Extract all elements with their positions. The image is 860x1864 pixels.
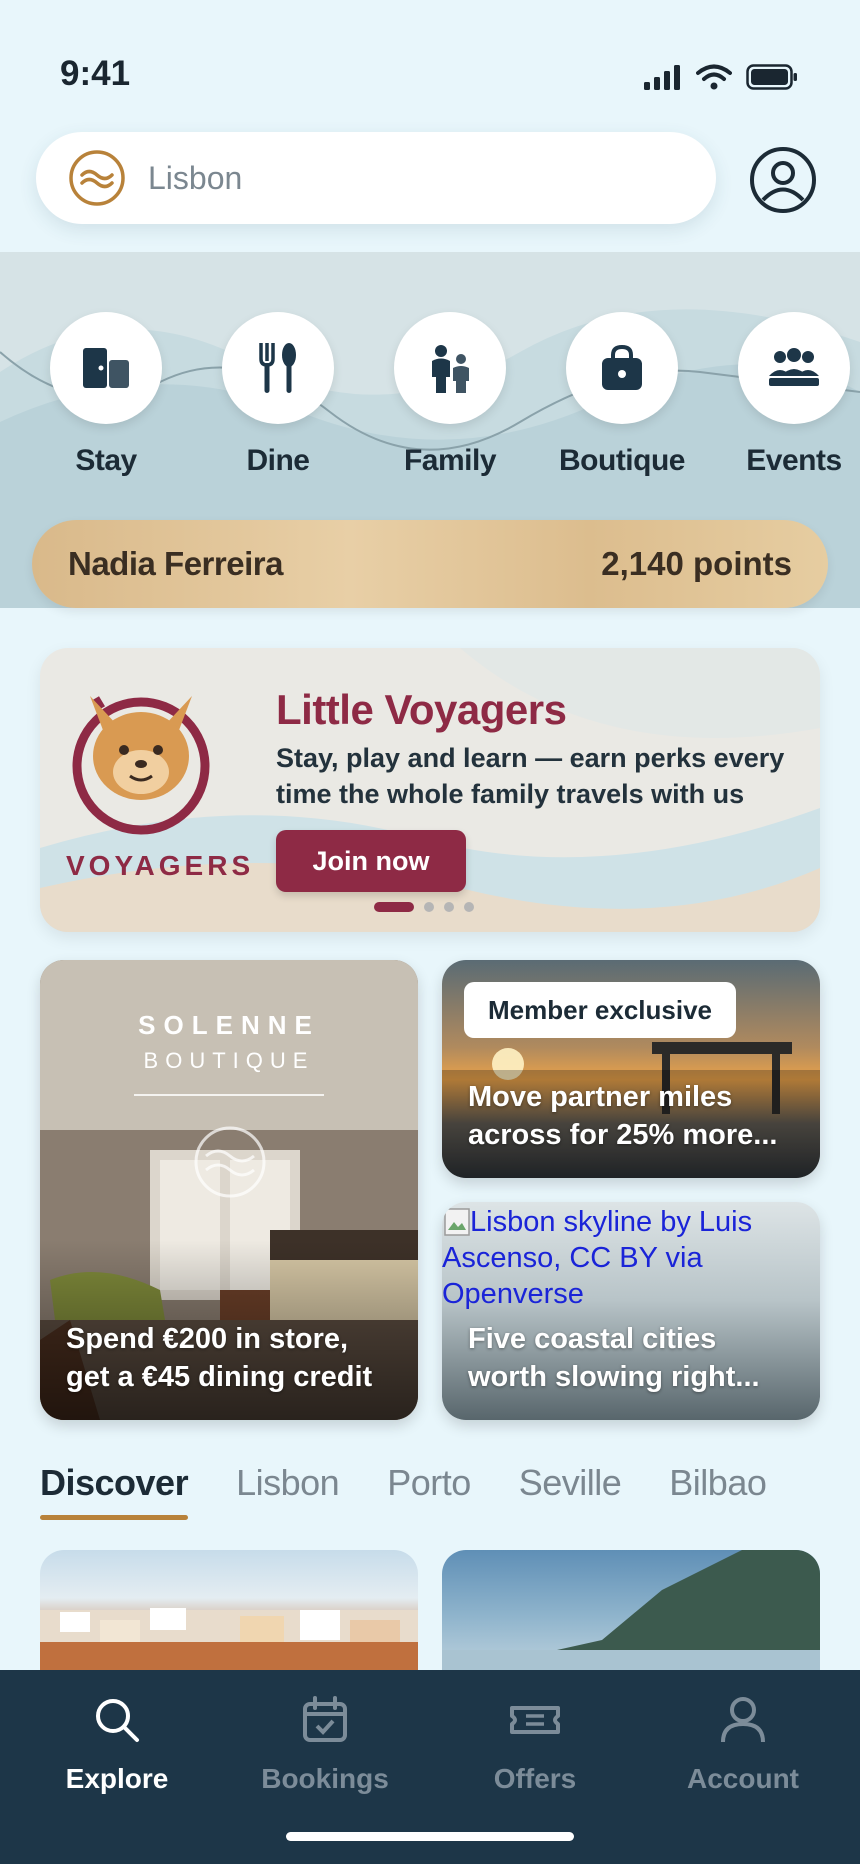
tab-porto[interactable]: Porto xyxy=(387,1462,471,1504)
nav-label: Account xyxy=(687,1763,799,1794)
points-balance: 2,140 points xyxy=(601,545,792,582)
tab-bilbao[interactable]: Bilbao xyxy=(669,1462,767,1504)
calendar-icon xyxy=(303,1696,347,1742)
nav-explore[interactable]: Explore xyxy=(32,1696,202,1795)
category-label: Family xyxy=(403,444,497,477)
carousel-dot-active[interactable] xyxy=(374,902,414,912)
signal-icon xyxy=(644,65,680,90)
loyalty-card[interactable]: Nadia Ferreira 2,140 points xyxy=(32,520,828,608)
card-caption: Five coastal cities worth slowing right.… xyxy=(468,1323,760,1393)
category-family[interactable]: Family xyxy=(370,312,530,478)
card-caption: Move partner miles across for 25% more..… xyxy=(468,1081,778,1151)
dine-icon xyxy=(222,312,334,424)
category-label: Boutique xyxy=(559,444,685,477)
nav-offers[interactable]: Offers xyxy=(450,1696,620,1795)
join-now-button[interactable]: Join now xyxy=(276,830,466,892)
nav-label: Offers xyxy=(493,1763,577,1794)
category-label: Events xyxy=(746,444,842,477)
card-caption: Spend €200 in store, get a €45 dining cr… xyxy=(66,1323,373,1393)
boutique-icon xyxy=(566,312,678,424)
boutique-divider xyxy=(134,1094,324,1096)
boutique-brand: SOLENNE xyxy=(138,1010,320,1040)
status-icons xyxy=(644,64,798,90)
town-photo xyxy=(40,1608,418,1670)
nav-bookings[interactable]: Bookings xyxy=(240,1696,410,1795)
tab-lisbon[interactable]: Lisbon xyxy=(236,1462,340,1504)
image-alt-text: Lisbon skyline by Luis Ascenso, CC BY vi… xyxy=(442,1206,753,1310)
carousel-dot[interactable] xyxy=(444,902,454,912)
search-input[interactable]: Lisbon xyxy=(36,132,716,224)
status-time: 9:41 xyxy=(60,54,131,93)
coastal-cities-card[interactable]: Lisbon skyline by Luis Ascenso, CC BY vi… xyxy=(442,1202,820,1420)
tab-discover[interactable]: Discover xyxy=(40,1462,189,1520)
category-label: Dine xyxy=(246,444,310,477)
events-icon xyxy=(738,312,850,424)
nav-account[interactable]: Account xyxy=(658,1696,828,1795)
member-exclusive-badge: Member exclusive xyxy=(464,982,737,1038)
profile-icon[interactable] xyxy=(748,145,818,215)
account-icon xyxy=(721,1697,765,1743)
nav-label: Explore xyxy=(65,1763,169,1794)
search-value: Lisbon xyxy=(148,159,243,196)
banner-subtitle: Stay, play and learn — earn perks every … xyxy=(276,743,785,809)
ticket-icon xyxy=(510,1706,560,1734)
family-icon xyxy=(394,312,506,424)
discover-tabs: Discover Lisbon Porto Seville Bilbao xyxy=(40,1462,767,1520)
tab-seville[interactable]: Seville xyxy=(519,1462,622,1504)
category-label: Stay xyxy=(75,444,137,477)
discover-card-coast[interactable] xyxy=(442,1550,820,1670)
home-indicator[interactable] xyxy=(286,1832,574,1841)
category-boutique[interactable]: Boutique xyxy=(542,312,702,478)
nav-label: Bookings xyxy=(261,1763,389,1794)
carousel-dot[interactable] xyxy=(464,902,474,912)
member-name: Nadia Ferreira xyxy=(68,545,283,582)
miles-offer-card[interactable]: Member exclusive Move partner miles acro… xyxy=(442,960,820,1178)
brand-wave-logo-icon xyxy=(69,150,125,206)
wifi-icon xyxy=(696,64,732,90)
boutique-subbrand: BOUTIQUE xyxy=(143,1048,315,1073)
boutique-offer-card[interactable]: SOLENNE BOUTIQUE Spend €200 in store, ge… xyxy=(40,960,418,1420)
voyagers-mascot-icon xyxy=(72,696,210,835)
voyagers-brand: VOYAGERS xyxy=(66,850,255,881)
category-dine[interactable]: Dine xyxy=(198,312,358,478)
status-bar: 9:41 xyxy=(0,0,860,120)
category-events[interactable]: Events xyxy=(714,312,860,478)
discover-card-town[interactable] xyxy=(40,1550,418,1670)
category-stay[interactable]: Stay xyxy=(26,312,186,478)
search-icon xyxy=(96,1699,139,1742)
carousel-dot[interactable] xyxy=(424,902,434,912)
battery-icon xyxy=(746,64,797,90)
coast-photo xyxy=(442,1550,820,1670)
promo-banner[interactable]: VOYAGERS Little Voyagers Stay, play and … xyxy=(40,648,820,932)
carousel-indicator[interactable] xyxy=(374,902,474,912)
banner-title: Little Voyagers xyxy=(276,686,567,733)
stay-icon xyxy=(50,312,162,424)
